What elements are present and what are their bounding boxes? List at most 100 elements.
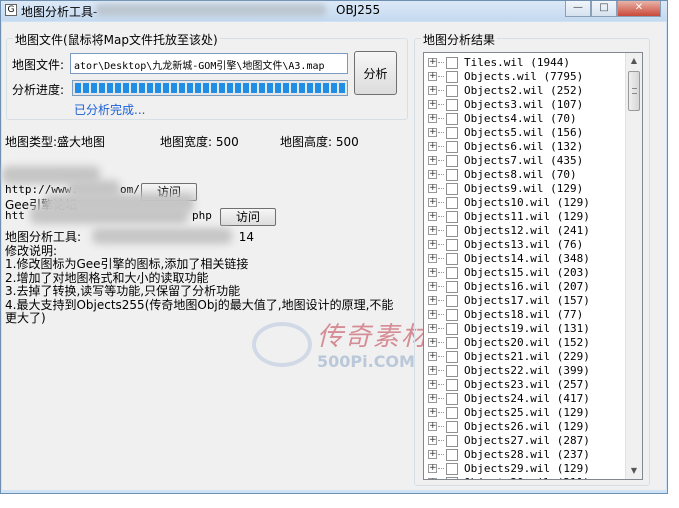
tree-item[interactable]: + Objects29.wil (129) bbox=[424, 462, 626, 476]
item-checkbox[interactable] bbox=[446, 183, 458, 195]
item-checkbox[interactable] bbox=[446, 155, 458, 167]
results-tree[interactable]: + Tiles.wil (1944) + Objects.wil (7795) + Obj… bbox=[423, 52, 643, 480]
item-checkbox[interactable] bbox=[446, 113, 458, 125]
tree-item[interactable]: + Objects24.wil (417) bbox=[424, 392, 626, 406]
tree-item[interactable]: + Objects3.wil (107) bbox=[424, 98, 626, 112]
item-checkbox[interactable] bbox=[446, 379, 458, 391]
item-checkbox[interactable] bbox=[446, 407, 458, 419]
tree-item[interactable]: + Objects10.wil (129) bbox=[424, 196, 626, 210]
expand-icon[interactable]: + bbox=[428, 408, 437, 417]
tree-item[interactable]: + Objects23.wil (257) bbox=[424, 378, 626, 392]
item-checkbox[interactable] bbox=[446, 225, 458, 237]
link3-suffix[interactable]: php bbox=[192, 209, 212, 222]
expand-icon[interactable]: + bbox=[428, 296, 437, 305]
tree-item[interactable]: + Objects7.wil (435) bbox=[424, 154, 626, 168]
scroll-thumb[interactable] bbox=[628, 71, 640, 111]
tree-item[interactable]: + Objects17.wil (157) bbox=[424, 294, 626, 308]
tree-item[interactable]: + Objects16.wil (207) bbox=[424, 280, 626, 294]
expand-icon[interactable]: + bbox=[428, 170, 437, 179]
item-checkbox[interactable] bbox=[446, 295, 458, 307]
item-checkbox[interactable] bbox=[446, 211, 458, 223]
item-checkbox[interactable] bbox=[446, 239, 458, 251]
tree-scrollbar[interactable]: ▲ ▼ bbox=[625, 53, 642, 479]
tree-item[interactable]: + Objects28.wil (237) bbox=[424, 448, 626, 462]
item-checkbox[interactable] bbox=[446, 351, 458, 363]
item-checkbox[interactable] bbox=[446, 393, 458, 405]
expand-icon[interactable]: + bbox=[428, 100, 437, 109]
title-bar[interactable]: G 地图分析工具- OBJ255 — □ ✕ bbox=[1, 1, 667, 21]
item-checkbox[interactable] bbox=[446, 85, 458, 97]
expand-icon[interactable]: + bbox=[428, 324, 437, 333]
close-button[interactable]: ✕ bbox=[617, 1, 661, 17]
expand-icon[interactable]: + bbox=[428, 310, 437, 319]
expand-icon[interactable]: + bbox=[428, 464, 437, 473]
tree-item[interactable]: + Objects30.wil (211) bbox=[424, 476, 626, 479]
expand-icon[interactable]: + bbox=[428, 366, 437, 375]
item-checkbox[interactable] bbox=[446, 281, 458, 293]
item-checkbox[interactable] bbox=[446, 463, 458, 475]
tree-item[interactable]: + Objects22.wil (399) bbox=[424, 364, 626, 378]
tree-item[interactable]: + Objects6.wil (132) bbox=[424, 140, 626, 154]
visit-button-2[interactable]: 访问 bbox=[220, 208, 276, 226]
tree-item[interactable]: + Objects5.wil (156) bbox=[424, 126, 626, 140]
tree-item[interactable]: + Objects9.wil (129) bbox=[424, 182, 626, 196]
expand-icon[interactable]: + bbox=[428, 436, 437, 445]
expand-icon[interactable]: + bbox=[428, 478, 437, 479]
expand-icon[interactable]: + bbox=[428, 86, 437, 95]
tree-item[interactable]: + Tiles.wil (1944) bbox=[424, 56, 626, 70]
link3-prefix[interactable]: htt bbox=[5, 209, 25, 222]
expand-icon[interactable]: + bbox=[428, 352, 437, 361]
maximize-button[interactable]: □ bbox=[591, 1, 617, 17]
tree-item[interactable]: + Objects27.wil (287) bbox=[424, 434, 626, 448]
tree-item[interactable]: + Objects.wil (7795) bbox=[424, 70, 626, 84]
expand-icon[interactable]: + bbox=[428, 156, 437, 165]
expand-icon[interactable]: + bbox=[428, 240, 437, 249]
item-checkbox[interactable] bbox=[446, 197, 458, 209]
expand-icon[interactable]: + bbox=[428, 58, 437, 67]
expand-icon[interactable]: + bbox=[428, 380, 437, 389]
tree-item[interactable]: + Objects12.wil (241) bbox=[424, 224, 626, 238]
expand-icon[interactable]: + bbox=[428, 338, 437, 347]
expand-icon[interactable]: + bbox=[428, 184, 437, 193]
tree-item[interactable]: + Objects11.wil (129) bbox=[424, 210, 626, 224]
expand-icon[interactable]: + bbox=[428, 394, 437, 403]
item-checkbox[interactable] bbox=[446, 365, 458, 377]
item-checkbox[interactable] bbox=[446, 309, 458, 321]
tree-item[interactable]: + Objects15.wil (203) bbox=[424, 266, 626, 280]
item-checkbox[interactable] bbox=[446, 449, 458, 461]
expand-icon[interactable]: + bbox=[428, 422, 437, 431]
tree-item[interactable]: + Objects8.wil (70) bbox=[424, 168, 626, 182]
tree-item[interactable]: + Objects18.wil (77) bbox=[424, 308, 626, 322]
tree-item[interactable]: + Objects26.wil (129) bbox=[424, 420, 626, 434]
analyze-button[interactable]: 分析 bbox=[354, 51, 397, 95]
expand-icon[interactable]: + bbox=[428, 254, 437, 263]
expand-icon[interactable]: + bbox=[428, 212, 437, 221]
expand-icon[interactable]: + bbox=[428, 72, 437, 81]
item-checkbox[interactable] bbox=[446, 71, 458, 83]
expand-icon[interactable]: + bbox=[428, 282, 437, 291]
item-checkbox[interactable] bbox=[446, 323, 458, 335]
expand-icon[interactable]: + bbox=[428, 128, 437, 137]
scroll-up-icon[interactable]: ▲ bbox=[628, 55, 640, 67]
tree-item[interactable]: + Objects13.wil (76) bbox=[424, 238, 626, 252]
tree-item[interactable]: + Objects2.wil (252) bbox=[424, 84, 626, 98]
item-checkbox[interactable] bbox=[446, 127, 458, 139]
tree-item[interactable]: + Objects19.wil (131) bbox=[424, 322, 626, 336]
expand-icon[interactable]: + bbox=[428, 114, 437, 123]
item-checkbox[interactable] bbox=[446, 435, 458, 447]
tree-item[interactable]: + Objects25.wil (129) bbox=[424, 406, 626, 420]
minimize-button[interactable]: — bbox=[565, 1, 591, 17]
expand-icon[interactable]: + bbox=[428, 226, 437, 235]
expand-icon[interactable]: + bbox=[428, 198, 437, 207]
file-path-input[interactable]: ator\Desktop\九龙新城-GOM引擎\地图文件\A3.map bbox=[70, 53, 348, 74]
item-checkbox[interactable] bbox=[446, 421, 458, 433]
expand-icon[interactable]: + bbox=[428, 450, 437, 459]
tree-item[interactable]: + Objects20.wil (152) bbox=[424, 336, 626, 350]
tree-item[interactable]: + Objects4.wil (70) bbox=[424, 112, 626, 126]
item-checkbox[interactable] bbox=[446, 57, 458, 69]
expand-icon[interactable]: + bbox=[428, 268, 437, 277]
expand-icon[interactable]: + bbox=[428, 142, 437, 151]
item-checkbox[interactable] bbox=[446, 253, 458, 265]
item-checkbox[interactable] bbox=[446, 99, 458, 111]
item-checkbox[interactable] bbox=[446, 267, 458, 279]
